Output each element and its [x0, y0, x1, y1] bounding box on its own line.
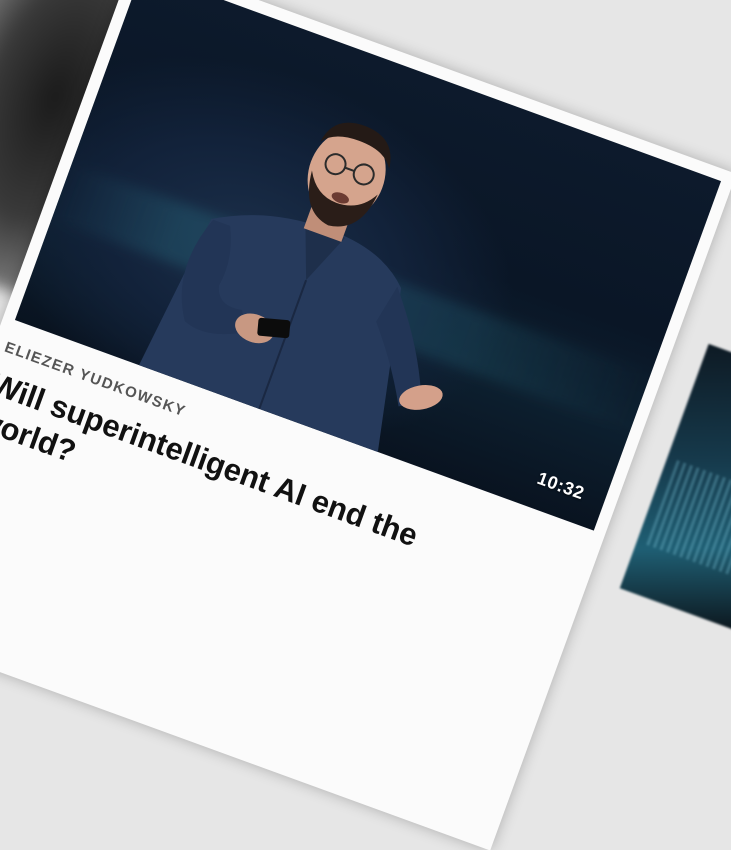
- video-duration: 10:32: [534, 467, 588, 504]
- talk-card[interactable]: 10:32 ELIEZER YUDKOWSKY Will superintell…: [0, 0, 731, 850]
- speaker-photo: [130, 122, 443, 471]
